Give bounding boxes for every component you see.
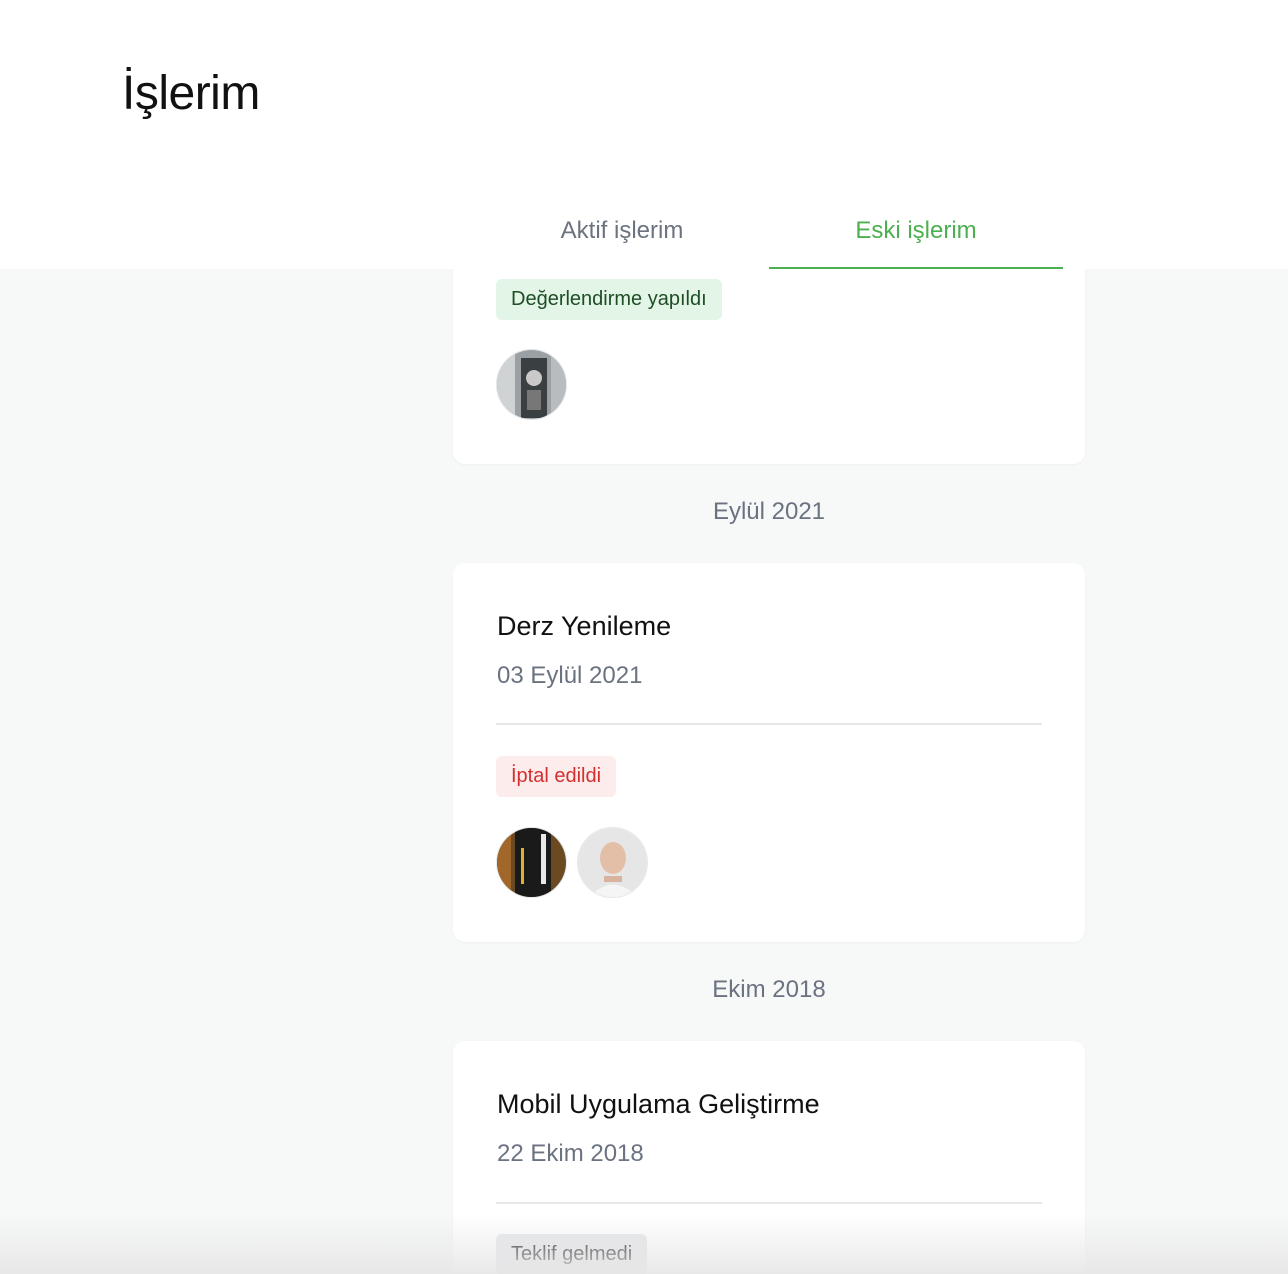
card-divider bbox=[496, 1202, 1042, 1204]
tab-bar: Aktif işlerim Eski işlerim bbox=[475, 202, 1063, 269]
page-header: İşlerim Aktif işlerim Eski işlerim bbox=[0, 0, 1288, 269]
job-title: Mobil Uygulama Geliştirme bbox=[497, 1089, 820, 1119]
status-badge: Değerlendirme yapıldı bbox=[496, 279, 722, 320]
job-card[interactable]: Mobil Uygulama Geliştirme 22 Ekim 2018 T… bbox=[453, 1041, 1085, 1274]
provider-avatar[interactable] bbox=[496, 349, 567, 420]
provider-avatars bbox=[496, 827, 648, 898]
tab-past-jobs[interactable]: Eski işlerim bbox=[769, 202, 1063, 269]
provider-avatar[interactable] bbox=[577, 827, 648, 898]
provider-avatar[interactable] bbox=[496, 827, 567, 898]
tab-active-jobs[interactable]: Aktif işlerim bbox=[475, 202, 769, 269]
job-date: 22 Ekim 2018 bbox=[497, 1140, 644, 1167]
job-title: Derz Yenileme bbox=[497, 611, 672, 641]
jobs-list[interactable]: Değerlendirme yapıldı Eylül 2021 Derz Ye… bbox=[0, 269, 1288, 1274]
card-divider bbox=[496, 723, 1042, 725]
month-label: Ekim 2018 bbox=[712, 976, 826, 1003]
job-date: 03 Eylül 2021 bbox=[497, 662, 643, 689]
provider-avatars bbox=[496, 349, 567, 420]
status-badge: Teklif gelmedi bbox=[496, 1234, 648, 1274]
month-label: Eylül 2021 bbox=[712, 498, 826, 525]
job-card[interactable]: Değerlendirme yapıldı bbox=[453, 269, 1085, 464]
status-badge: İptal edildi bbox=[496, 756, 617, 797]
page-title: İşlerim bbox=[122, 67, 260, 120]
job-card[interactable]: Derz Yenileme 03 Eylül 2021 İptal edildi bbox=[453, 563, 1085, 942]
